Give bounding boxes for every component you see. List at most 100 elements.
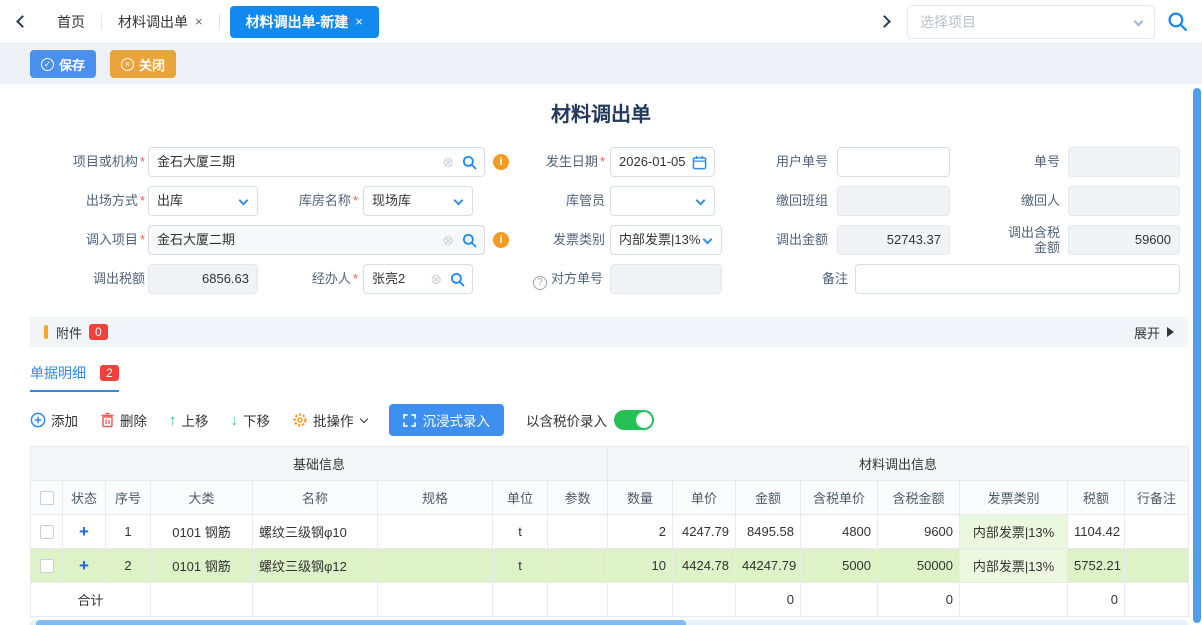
cell-tax[interactable]: 5752.21: [1068, 549, 1125, 583]
out-method-label: 出场方式*: [25, 186, 145, 216]
global-search-icon[interactable]: [1167, 11, 1188, 32]
tax-entry-toggle[interactable]: [614, 410, 654, 430]
chevron-down-icon: [454, 196, 464, 206]
close-button[interactable]: × 关闭: [110, 50, 176, 78]
cell-spec[interactable]: [378, 515, 493, 549]
user-no-field[interactable]: [837, 147, 950, 177]
calendar-icon[interactable]: [692, 155, 707, 170]
row-checkbox[interactable]: [40, 525, 54, 539]
cell-unit[interactable]: t: [493, 549, 548, 583]
tabs-scroll-left-icon[interactable]: [16, 15, 29, 28]
horizontal-scrollbar[interactable]: [30, 620, 1188, 625]
col-amount: 金额: [736, 481, 801, 515]
move-up-button[interactable]: ↑ 上移: [169, 410, 209, 430]
handler-field[interactable]: 张亮2 ⊗: [363, 264, 473, 294]
clear-icon[interactable]: ⊗: [442, 148, 454, 176]
cell-unit[interactable]: t: [493, 515, 548, 549]
out-tax-amount-label: 调出含税金额: [998, 225, 1060, 255]
page-title: 材料调出单: [0, 98, 1202, 127]
detail-count-badge: 2: [100, 365, 119, 381]
cell-tax-amount[interactable]: 50000: [878, 549, 960, 583]
close-tab-icon[interactable]: ×: [355, 14, 363, 29]
cell-tax-price[interactable]: 4800: [801, 515, 878, 549]
lookup-search-icon[interactable]: [450, 272, 465, 287]
cell-tax-price[interactable]: 5000: [801, 549, 878, 583]
tab-material-transfer-new[interactable]: 材料调出单-新建 ×: [230, 6, 379, 38]
delete-row-button[interactable]: 删除: [100, 410, 147, 430]
out-amount-field: 52743.37: [837, 225, 950, 255]
cell-name[interactable]: 螺纹三级钢φ12: [253, 549, 378, 583]
group-header-row: 基础信息 材料调出信息: [31, 447, 1189, 481]
total-label: 合计: [31, 583, 151, 617]
save-button[interactable]: ✓ 保存: [30, 50, 96, 78]
clear-icon[interactable]: ⊗: [442, 226, 454, 254]
attachments-count-badge: 0: [89, 324, 108, 340]
cell-amount[interactable]: 8495.58: [736, 515, 801, 549]
date-field[interactable]: 2026-01-05: [610, 147, 715, 177]
project-select-input[interactable]: 选择项目: [907, 5, 1155, 39]
cell-tax-amount[interactable]: 9600: [878, 515, 960, 549]
cell-name[interactable]: 螺纹三级钢φ10: [253, 515, 378, 549]
column-header-row: 状态 序号 大类 名称 规格 单位 参数 数量 单价 金额 含税单价 含税金额 …: [31, 481, 1189, 515]
horizontal-scrollbar-thumb[interactable]: [36, 620, 686, 625]
handler-label: 经办人*: [268, 264, 358, 294]
cell-qty[interactable]: 2: [608, 515, 673, 549]
close-button-label: 关闭: [139, 55, 165, 74]
add-row-button[interactable]: 添加: [30, 410, 78, 430]
cell-tax[interactable]: 1104.42: [1068, 515, 1125, 549]
select-all-checkbox[interactable]: [40, 491, 54, 505]
trash-icon: [100, 412, 115, 428]
attachments-bar[interactable]: 附件 0 展开: [30, 317, 1188, 347]
out-method-select[interactable]: 出库: [148, 186, 258, 216]
cell-spec[interactable]: [378, 549, 493, 583]
clear-icon[interactable]: ⊗: [430, 265, 442, 293]
cell-qty[interactable]: 10: [608, 549, 673, 583]
invoice-type-select[interactable]: 内部发票|13%: [610, 225, 722, 255]
total-empty: [493, 583, 548, 617]
tab-material-transfer-list[interactable]: 材料调出单 ×: [102, 6, 219, 38]
lookup-search-icon[interactable]: [462, 155, 477, 170]
tabs-scroll-right-icon[interactable]: [878, 15, 891, 28]
cell-category[interactable]: 0101 钢筋: [151, 549, 253, 583]
total-empty: [151, 583, 253, 617]
remark-field[interactable]: [855, 264, 1180, 294]
total-empty: [801, 583, 878, 617]
cell-invoice[interactable]: 内部发票|13%: [960, 549, 1068, 583]
cell-amount[interactable]: 44247.79: [736, 549, 801, 583]
lookup-search-icon[interactable]: [462, 233, 477, 248]
immersive-entry-button[interactable]: 沉浸式录入: [389, 404, 505, 436]
table-row[interactable]: + 2 0101 钢筋 螺纹三级钢φ12 t 10 4424.78 44247.…: [31, 549, 1189, 583]
cell-param[interactable]: [548, 515, 608, 549]
vertical-scrollbar[interactable]: [1193, 88, 1201, 623]
insert-row-icon[interactable]: +: [79, 522, 89, 541]
insert-row-icon[interactable]: +: [79, 556, 89, 575]
chevron-down-icon: [1134, 16, 1144, 26]
cell-invoice[interactable]: 内部发票|13%: [960, 515, 1068, 549]
expand-label: 展开: [1134, 323, 1160, 342]
section-marker: [44, 325, 48, 339]
row-checkbox[interactable]: [40, 559, 54, 573]
tab-home[interactable]: 首页: [41, 6, 101, 38]
move-down-button[interactable]: ↓ 下移: [231, 410, 271, 430]
project-field[interactable]: 金石大厦三期 ⊗: [148, 147, 485, 177]
cell-remark[interactable]: [1125, 549, 1189, 583]
cell-price[interactable]: 4424.78: [673, 549, 736, 583]
in-project-field[interactable]: 金石大厦二期 ⊗: [148, 225, 485, 255]
warehouse-select[interactable]: 现场库: [363, 186, 473, 216]
table-row[interactable]: + 1 0101 钢筋 螺纹三级钢φ10 t 2 4247.79 8495.58…: [31, 515, 1189, 549]
tab-label: 材料调出单-新建: [246, 12, 349, 32]
batch-ops-button[interactable]: 批操作: [292, 410, 367, 430]
cell-remark[interactable]: [1125, 515, 1189, 549]
question-circle-icon[interactable]: ?: [533, 276, 547, 290]
cell-category[interactable]: 0101 钢筋: [151, 515, 253, 549]
keeper-select[interactable]: [610, 186, 715, 216]
col-tax-amount: 含税金额: [878, 481, 960, 515]
cell-price[interactable]: 4247.79: [673, 515, 736, 549]
expand-toggle[interactable]: 展开: [1134, 323, 1174, 342]
counter-no-field: [610, 264, 722, 294]
gear-icon: [292, 412, 308, 428]
tab-detail[interactable]: 单据明细 2: [30, 363, 119, 392]
cell-param[interactable]: [548, 549, 608, 583]
close-tab-icon[interactable]: ×: [195, 14, 203, 29]
col-status: 状态: [63, 481, 106, 515]
